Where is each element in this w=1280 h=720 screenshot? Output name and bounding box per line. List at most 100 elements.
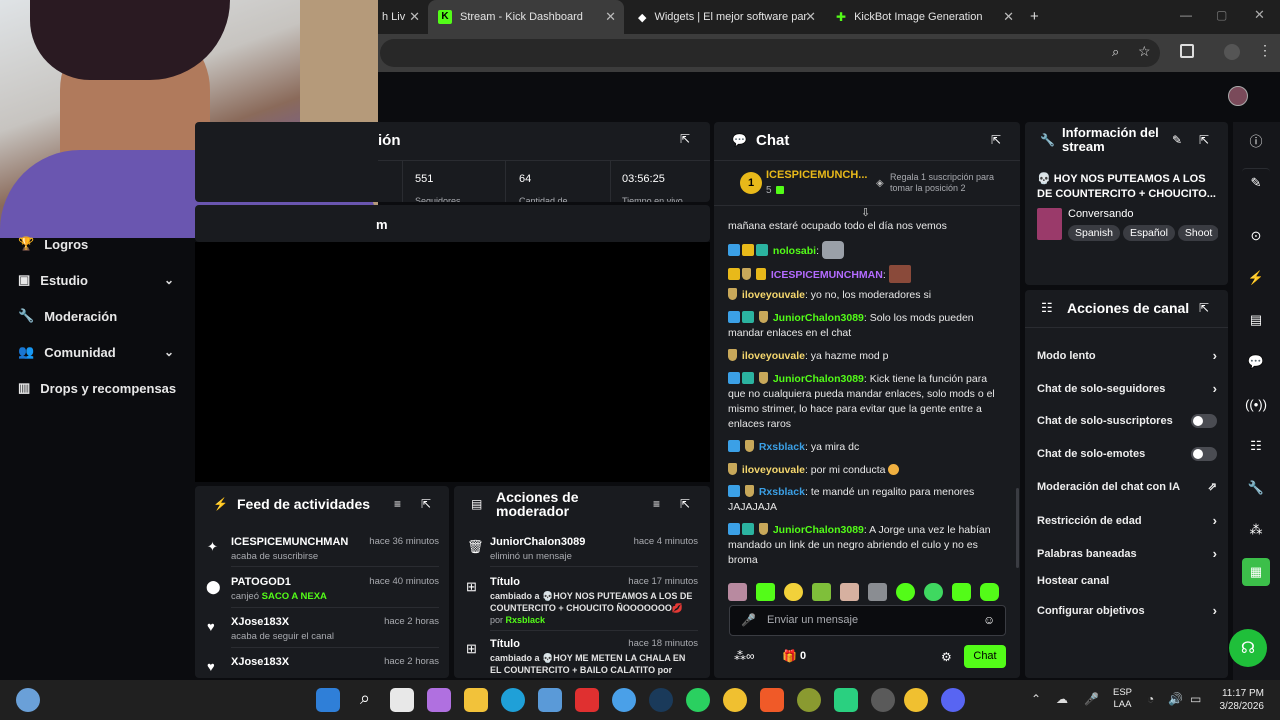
window-close-button[interactable]: ✕: [1254, 7, 1265, 23]
emote-icon[interactable]: [896, 583, 915, 601]
tab-stream-live[interactable]: h Liv ✕: [372, 4, 428, 30]
wifi-icon[interactable]: ◔: [1147, 692, 1154, 706]
emote-icon[interactable]: [952, 583, 971, 601]
expand-icon[interactable]: ⇱: [1199, 301, 1209, 315]
zoom-icon[interactable]: ⌕: [1112, 44, 1119, 60]
store-icon[interactable]: [538, 688, 562, 712]
tag-chip[interactable]: Español: [1122, 225, 1175, 241]
stream-category[interactable]: Conversando: [1068, 208, 1133, 220]
sidebar-item-drops[interactable]: ▥ Drops y recompensas: [18, 380, 178, 396]
points-icon[interactable]: ⁂∞: [734, 649, 755, 663]
emote-icon[interactable]: [756, 583, 775, 601]
minimize-button[interactable]: —: [1180, 8, 1192, 22]
tag-chip[interactable]: Shoot: [1177, 225, 1218, 241]
gear-icon[interactable]: ⚙: [941, 650, 952, 664]
chat-scrollbar[interactable]: [1016, 488, 1019, 568]
obs-icon[interactable]: [871, 688, 895, 712]
sidebar-item-logros[interactable]: 🏆 Logros: [18, 236, 178, 252]
emotes-only-toggle[interactable]: [1191, 447, 1217, 461]
expand-icon[interactable]: ⇱: [680, 497, 690, 511]
search-icon[interactable]: ⌕: [353, 688, 377, 712]
emote-icon[interactable]: [924, 583, 943, 601]
windows-start-icon[interactable]: [316, 688, 340, 712]
onedrive-icon[interactable]: ☁: [1056, 692, 1068, 706]
chat-username[interactable]: ICESPICEMUNCHMAN: [771, 269, 883, 281]
tab-kick-dashboard[interactable]: K Stream - Kick Dashboard ✕: [428, 0, 624, 34]
wrench-icon[interactable]: 🔧: [1242, 474, 1270, 502]
stream-preview-video[interactable]: [195, 242, 710, 482]
edge-icon[interactable]: [501, 688, 525, 712]
chat-username[interactable]: Rxsblack: [759, 486, 805, 498]
emote-icon[interactable]: [812, 583, 831, 601]
app-red-icon[interactable]: [575, 688, 599, 712]
action-goals[interactable]: Configurar objetivos ›: [1037, 603, 1217, 618]
task-view-icon[interactable]: [390, 688, 414, 712]
filter-icon[interactable]: ≡: [653, 497, 660, 511]
send-chat-button[interactable]: Chat: [964, 645, 1006, 668]
pencil-icon[interactable]: ✎: [1242, 168, 1270, 196]
pencil-icon[interactable]: ✎: [1172, 133, 1182, 147]
chat-username[interactable]: nolosabi: [773, 245, 816, 257]
emoji-picker-icon[interactable]: ☺: [983, 613, 995, 627]
microphone-icon[interactable]: 🎤: [741, 613, 756, 627]
extensions-icon[interactable]: [1180, 44, 1194, 58]
info-icon[interactable]: ⓘ: [1242, 126, 1270, 154]
gift-icon[interactable]: 🎁: [782, 649, 797, 663]
actions-icon[interactable]: ☷: [1242, 432, 1270, 460]
app-olive-icon[interactable]: [797, 688, 821, 712]
discord-icon[interactable]: [941, 688, 965, 712]
expand-icon[interactable]: ⇱: [1199, 133, 1209, 147]
app-green-icon[interactable]: [834, 688, 858, 712]
pinned-toggle-icon[interactable]: ⇩: [861, 206, 870, 219]
url-field[interactable]: [380, 39, 1160, 67]
volume-icon[interactable]: 🔊: [1168, 692, 1183, 706]
steam-icon[interactable]: [649, 688, 673, 712]
action-host-channel[interactable]: Hostear canal: [1037, 575, 1217, 587]
language-indicator[interactable]: ESP LAA: [1113, 687, 1132, 711]
chat-username[interactable]: Rxsblack: [759, 441, 805, 453]
chrome-active-icon[interactable]: [904, 688, 928, 712]
live-signal-icon[interactable]: ((•)): [1242, 390, 1270, 418]
top-gifter-name[interactable]: ICESPICEMUNCH...: [766, 169, 867, 181]
action-banned-words[interactable]: Palabras baneadas ›: [1037, 546, 1217, 561]
sidebar-item-estudio[interactable]: ▣ Estudio ⌄: [18, 272, 178, 288]
new-tab-button[interactable]: +: [1030, 8, 1039, 25]
close-icon[interactable]: ✕: [409, 9, 420, 25]
browser-menu-icon[interactable]: ⋮: [1258, 42, 1272, 59]
document-icon[interactable]: ▤: [1242, 306, 1270, 334]
action-ai-moderation[interactable]: Moderación del chat con IA ⇗: [1037, 480, 1217, 494]
emote-icon[interactable]: [784, 583, 803, 601]
brave-icon[interactable]: [760, 688, 784, 712]
sidebar-item-comunidad[interactable]: 👥 Comunidad ⌄: [18, 344, 178, 360]
emote-icon[interactable]: [868, 583, 887, 601]
bookmark-star-icon[interactable]: ☆: [1138, 43, 1151, 60]
mic-tray-icon[interactable]: 🎤: [1084, 692, 1099, 706]
chat-username[interactable]: JuniorChalon3089: [773, 373, 864, 385]
tab-kickbot[interactable]: ✚ KickBot Image Generation ✕: [826, 4, 1022, 30]
sidebar-item-moderacion[interactable]: 🔧 Moderación: [18, 308, 178, 324]
close-icon[interactable]: ✕: [1003, 9, 1014, 25]
tray-chevron-icon[interactable]: ⌃: [1031, 692, 1041, 706]
chat-username[interactable]: iloveyouvale: [742, 289, 805, 301]
emote-icon[interactable]: [840, 583, 859, 601]
support-chat-button[interactable]: ☊: [1229, 629, 1267, 667]
points-icon[interactable]: ⁂: [1242, 516, 1270, 544]
weather-widget-icon[interactable]: [16, 688, 40, 712]
chat-username[interactable]: JuniorChalon3089: [773, 312, 864, 324]
chat-bubble-icon[interactable]: 💬: [1242, 348, 1270, 376]
chrome-icon[interactable]: [723, 688, 747, 712]
maximize-button[interactable]: ▢: [1216, 8, 1227, 22]
profile-avatar[interactable]: [1224, 44, 1240, 60]
whatsapp-icon[interactable]: [686, 688, 710, 712]
chat-username[interactable]: JuniorChalon3089: [773, 524, 864, 536]
gift-sub-prompt[interactable]: Regala 1 suscripción para tomar la posic…: [890, 172, 1010, 194]
tag-chip[interactable]: Spanish: [1068, 225, 1120, 241]
lightning-icon[interactable]: ⚡: [1242, 264, 1270, 292]
user-avatar[interactable]: [1228, 86, 1248, 106]
action-followers-only[interactable]: Chat de solo-seguidores ›: [1037, 381, 1217, 396]
subscribers-only-toggle[interactable]: [1191, 414, 1217, 428]
tab-widgets[interactable]: ◆ Widgets | El mejor software par ✕: [628, 4, 824, 30]
action-slow-mode[interactable]: Modo lento ›: [1037, 348, 1217, 363]
file-explorer-icon[interactable]: [464, 688, 488, 712]
clock[interactable]: 11:17 PM 3/28/2026: [1212, 687, 1265, 713]
